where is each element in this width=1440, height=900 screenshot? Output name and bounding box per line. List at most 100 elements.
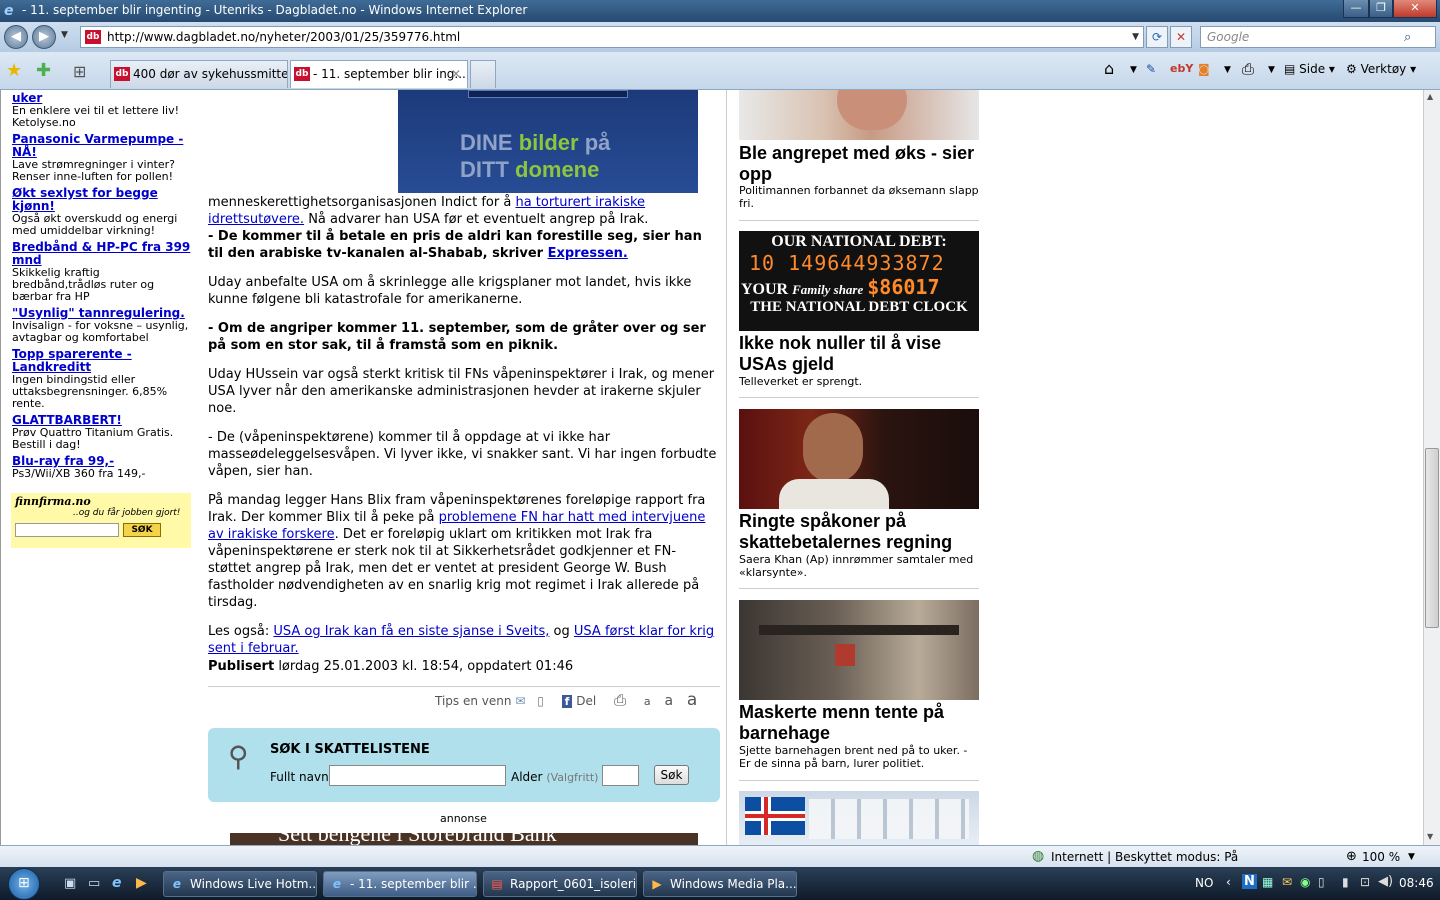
tax-search-button[interactable]: Søk (654, 765, 689, 785)
age-input[interactable] (602, 765, 639, 786)
close-tab-icon[interactable]: ✕ (451, 61, 461, 87)
print-dropdown-icon[interactable]: ▼ (1268, 65, 1275, 75)
tab-11-september[interactable]: db - 11. september blir ing... ✕ (290, 60, 468, 88)
ebay-icon[interactable]: ebY (1170, 62, 1193, 75)
finn-search-widget: finnfirma.no ..og du får jobben gjort! S… (11, 493, 191, 548)
back-button[interactable]: ◀ (4, 25, 28, 49)
news-title[interactable]: Ikke nok nuller til å vise USAs gjeld (739, 333, 979, 375)
domain-banner-ad[interactable]: DINE bilder på DITT domene (398, 90, 698, 193)
news-image-flags[interactable] (739, 791, 979, 845)
ad-item[interactable]: Blu-ray fra 99,- Ps3/Wii/XB 360 fra 149,… (12, 455, 192, 480)
task-dagbladet[interactable]: e - 11. september blir ... (323, 871, 477, 897)
search-icon[interactable]: ⌕ (1404, 30, 1411, 45)
mobile-icon[interactable]: ▯ (537, 694, 544, 708)
volume-icon[interactable]: ◀) (1378, 874, 1393, 889)
page-menu[interactable]: ▤ Side ▾ (1284, 62, 1335, 76)
print-article-icon[interactable]: ⎙ (614, 691, 626, 709)
url-dropdown-icon[interactable]: ▼ (1132, 27, 1139, 47)
history-dropdown-icon[interactable]: ▼ (61, 30, 68, 40)
quick-tabs-icon[interactable]: ⊞ (73, 62, 86, 81)
vertical-scrollbar[interactable]: ▲ ▼ (1423, 90, 1440, 845)
refresh-icon[interactable]: ⟳ (1146, 26, 1168, 48)
tips-friend-link[interactable]: Tips en venn (435, 694, 511, 708)
debt-clock-image[interactable]: OUR NATIONAL DEBT: 10 149644933872 YOUR … (739, 231, 979, 331)
tray-expand-icon[interactable]: ‹ (1226, 875, 1231, 889)
show-desktop-icon[interactable]: ▣ (64, 876, 76, 891)
text-size-small[interactable]: a (644, 695, 651, 708)
ad-item[interactable]: Topp sparerente - Landkreditt Ingen bind… (12, 348, 192, 410)
debt-digits: 10 149644933872 (749, 251, 945, 275)
ad-item[interactable]: uker En enklere vei til et lettere liv! … (12, 92, 192, 129)
full-name-input[interactable] (329, 765, 506, 786)
print-icon[interactable]: ⎙ (1242, 60, 1254, 78)
ad-title[interactable]: Økt sexlyst for begge kjønn! (12, 187, 192, 213)
ad-item[interactable]: Bredbånd & HP-PC fra 399 mnd Skikkelig k… (12, 241, 192, 303)
home-dropdown-icon[interactable]: ▼ (1130, 65, 1137, 75)
feeds-dropdown-icon[interactable]: ▼ (1224, 65, 1231, 75)
clock[interactable]: 08:46 (1399, 876, 1434, 890)
forward-button[interactable]: ▶ (32, 25, 56, 49)
storebrand-banner-ad[interactable]: Sett bengene i Storebrand Bank (230, 833, 698, 845)
read-also: Les også: USA og Irak kan få en siste sj… (208, 623, 718, 657)
search-input[interactable]: Google (1200, 26, 1436, 48)
zoom-level[interactable]: 100 % (1362, 850, 1400, 864)
news-title[interactable]: Maskerte menn tente på barnehage (739, 702, 979, 744)
language-indicator[interactable]: NO (1195, 876, 1213, 890)
network-tray-icon[interactable]: ▦ (1262, 875, 1273, 889)
url-field[interactable]: db http://www.dagbladet.no/nyheter/2003/… (80, 26, 1144, 48)
news-image-barnehage[interactable] (739, 600, 979, 700)
feeds-icon[interactable]: ◙ (1198, 62, 1210, 76)
new-tab-button[interactable] (470, 60, 496, 88)
task-rapport-pdf[interactable]: ▤ Rapport_0601_isoleri... (483, 871, 637, 897)
ad-title[interactable]: Bredbånd & HP-PC fra 399 mnd (12, 241, 192, 267)
zoom-dropdown-icon[interactable]: ▼ (1408, 852, 1415, 862)
ie-quicklaunch-icon[interactable]: e (112, 875, 122, 891)
tray-icon[interactable]: ✉ (1282, 875, 1292, 889)
norton-tray-icon[interactable]: N (1242, 874, 1257, 889)
ad-item[interactable]: GLATTBARBERT! Prøv Quattro Titanium Grat… (12, 414, 192, 451)
home-icon[interactable]: ⌂ (1104, 59, 1114, 78)
task-mediaplayer[interactable]: ▶ Windows Media Pla... (643, 871, 797, 897)
ad-item[interactable]: Panasonic Varmepumpe - NÅ! Lave strømreg… (12, 133, 192, 183)
task-hotmail[interactable]: e Windows Live Hotm... (163, 871, 317, 897)
link-expressen[interactable]: Expressen. (548, 246, 628, 261)
news-title[interactable]: Ble angrepet med øks - sier opp (739, 143, 979, 185)
start-button[interactable]: ⊞ (8, 868, 40, 900)
tray-icon[interactable]: ◉ (1300, 875, 1310, 889)
news-title[interactable]: Ringte spåkoner på skattebetalernes regn… (739, 511, 979, 553)
add-favorites-icon[interactable]: ✚ (36, 60, 51, 81)
finn-search-input[interactable] (15, 523, 119, 537)
scroll-thumb[interactable] (1425, 448, 1439, 628)
ad-title[interactable]: Topp sparerente - Landkreditt (12, 348, 192, 374)
news-image-police[interactable] (739, 90, 979, 140)
scroll-up-icon[interactable]: ▲ (1427, 92, 1433, 101)
stop-icon[interactable]: ✕ (1170, 26, 1192, 48)
article-paragraph: - De (våpeninspektørene) kommer til å op… (208, 430, 717, 479)
battery-icon[interactable]: ▮ (1342, 875, 1349, 889)
news-image-saera[interactable] (739, 409, 979, 509)
mail-icon[interactable]: ✉ (515, 694, 525, 708)
tools-menu[interactable]: ⚙ Verktøy ▾ (1346, 62, 1416, 76)
debris-graphic (835, 644, 855, 666)
finn-search-button[interactable]: SØK (123, 523, 161, 537)
ad-item[interactable]: "Usynlig" tannregulering. Invisalign - f… (12, 307, 192, 344)
scroll-down-icon[interactable]: ▼ (1427, 832, 1433, 841)
close-button[interactable]: ✕ (1393, 0, 1437, 18)
text-size-large[interactable]: a (687, 690, 697, 710)
link-usa-irak-sveits[interactable]: USA og Irak kan få en siste sjanse i Sve… (273, 624, 549, 639)
ad-item[interactable]: Økt sexlyst for begge kjønn! Også økt ov… (12, 187, 192, 237)
security-zone[interactable]: Internett | Beskyttet modus: På (1051, 850, 1238, 864)
maximize-button[interactable]: ❐ (1369, 0, 1393, 18)
favorites-star-icon[interactable]: ★ (6, 60, 22, 81)
share-del-link[interactable]: Del (576, 694, 596, 708)
web-slice-icon[interactable]: ✎ (1146, 62, 1156, 76)
tray-icon[interactable]: ▯ (1318, 875, 1325, 889)
switch-windows-icon[interactable]: ▭ (88, 876, 100, 891)
network-icon[interactable]: ⊡ (1360, 875, 1370, 889)
facebook-icon[interactable]: f (561, 695, 573, 708)
minimize-button[interactable]: — (1343, 0, 1369, 18)
ad-title[interactable]: Panasonic Varmepumpe - NÅ! (12, 133, 192, 159)
tab-sykehussmitte[interactable]: db 400 dør av sykehussmitte -... (110, 60, 288, 88)
mediaplayer-quicklaunch-icon[interactable]: ▶ (136, 875, 147, 891)
text-size-medium[interactable]: a (664, 693, 673, 709)
